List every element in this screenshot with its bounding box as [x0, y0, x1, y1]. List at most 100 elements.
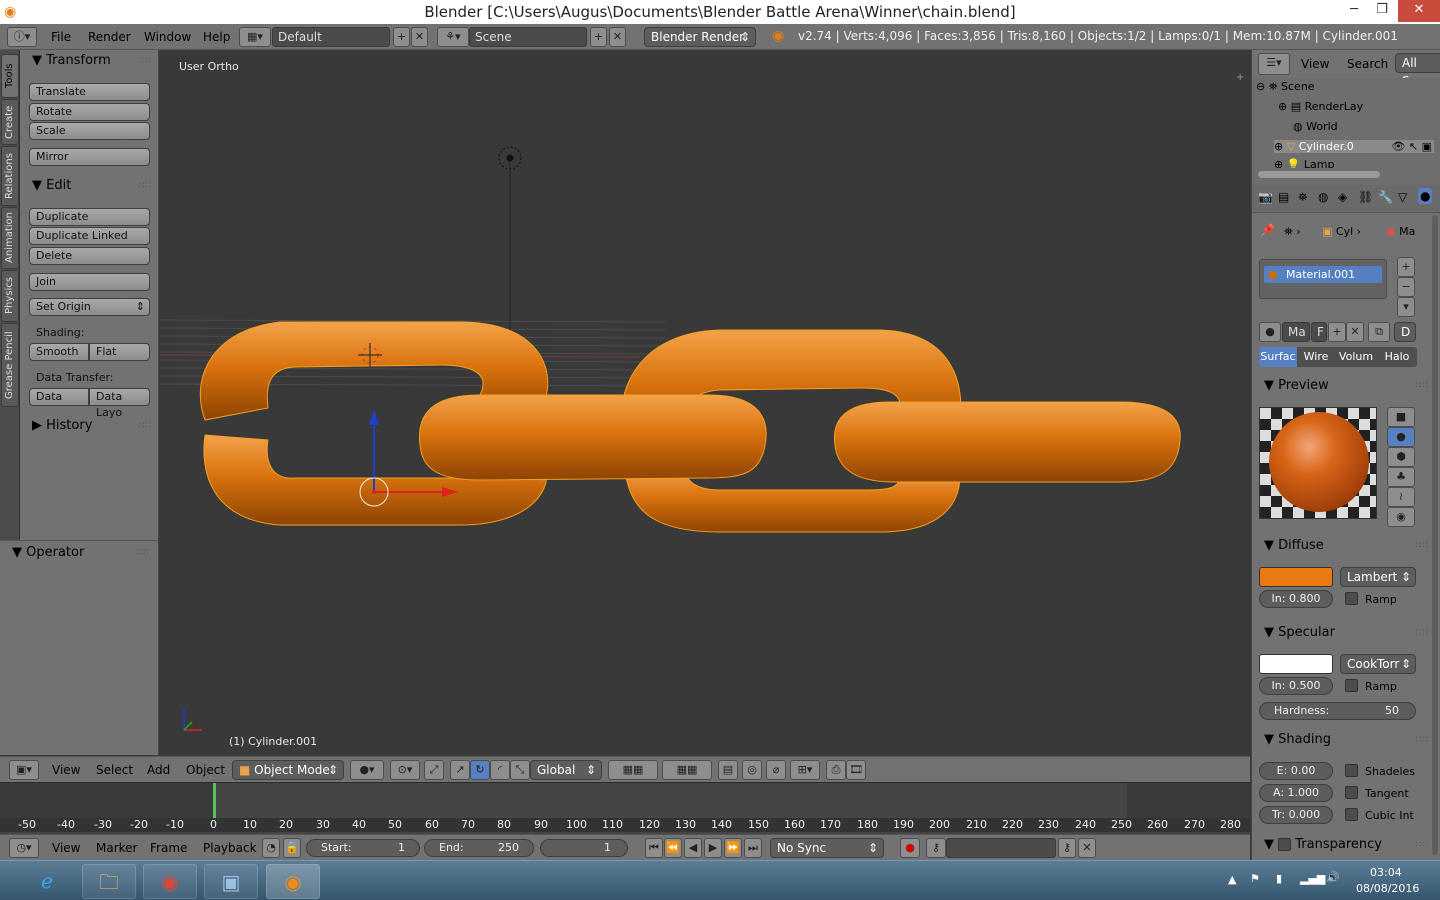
scale-button[interactable]: Scale [29, 122, 150, 140]
layers-grid-2[interactable]: ▦▦ [662, 760, 712, 780]
tab-grease-pencil[interactable]: Grease Pencil [1, 323, 19, 407]
render-tab-icon[interactable]: 📷 [1258, 190, 1273, 204]
fake-user-field[interactable]: F [1311, 322, 1327, 342]
jump-keyframe-back-icon[interactable]: ⏪ [664, 838, 682, 858]
material-slot-selected[interactable]: ● Material.001 [1264, 266, 1382, 283]
data-tab-icon[interactable]: ▽ [1398, 190, 1407, 204]
current-frame-field[interactable]: 1 [540, 839, 628, 857]
layers-tab-icon[interactable]: ▤ [1278, 190, 1289, 204]
render-anim-icon[interactable]: 🎞 [846, 760, 866, 780]
editor-type-outliner-icon[interactable]: ☰▾ [1258, 53, 1290, 75]
material-add-icon[interactable]: + [1328, 322, 1346, 342]
snap-toggle-icon[interactable]: ⌀ [766, 760, 786, 780]
tab-tools[interactable]: Tools [1, 54, 19, 98]
transform-tool-icon[interactable]: ⤡ [510, 760, 530, 780]
translate-button[interactable]: Translate [29, 83, 150, 101]
specular-panel-header[interactable]: ▼ Specular ∷∷ [1264, 624, 1429, 642]
scene-remove-icon[interactable]: ✕ [609, 27, 626, 47]
transparency-panel-header[interactable]: ▼ Transparency ∷∷ [1264, 836, 1429, 854]
history-panel-header[interactable]: ▶ History ∷∷ [32, 417, 152, 435]
minimize-button[interactable]: ─ [1340, 0, 1368, 22]
tangent-checkbox[interactable] [1345, 786, 1358, 799]
preview-range-icon[interactable]: ◔ [262, 838, 280, 858]
constraints-tab-icon[interactable]: ⛓ [1358, 190, 1373, 204]
play-icon[interactable]: ▶ [704, 838, 722, 858]
tab-surface[interactable]: Surfac [1259, 347, 1297, 367]
preview-hair-icon[interactable]: ≀ [1387, 487, 1415, 507]
record-icon[interactable]: ● [900, 838, 920, 858]
data-button[interactable]: Data [29, 388, 89, 406]
maximize-button[interactable]: ❐ [1368, 0, 1396, 22]
action-center-icon[interactable]: ⚑ [1250, 872, 1260, 885]
volume-icon[interactable]: 🔊 [1326, 871, 1340, 884]
diffuse-ramp-checkbox[interactable] [1345, 592, 1358, 605]
menu-frame[interactable]: Frame [150, 839, 187, 857]
material-tab-icon[interactable]: ● [1418, 188, 1433, 204]
tab-create[interactable]: Create [1, 99, 19, 145]
orientation-dropdown[interactable]: Global ⇕ [530, 760, 602, 780]
lock-range-icon[interactable]: 🔒 [283, 838, 301, 858]
tab-physics[interactable]: Physics [1, 270, 19, 322]
diffuse-color-swatch[interactable] [1259, 567, 1333, 587]
specular-intensity-field[interactable]: In: 0.500 [1259, 677, 1333, 695]
flat-button[interactable]: Flat [89, 343, 150, 361]
keying-set-field[interactable] [946, 838, 1056, 858]
rotate-button[interactable]: Rotate [29, 103, 150, 121]
ambient-field[interactable]: A: 1.000 [1259, 784, 1333, 802]
tab-relations[interactable]: Relations [1, 146, 19, 206]
visibility-icons[interactable]: 👁 ↖ ▣ [1391, 140, 1432, 153]
translate-manipulator-icon[interactable]: ↗ [450, 760, 470, 780]
cubic-interpolation-checkbox[interactable] [1345, 808, 1358, 821]
add-slot-icon[interactable]: + [1397, 257, 1415, 277]
editor-type-timeline-icon[interactable]: ◷▾ [9, 838, 39, 858]
clock-time[interactable]: 03:04 [1370, 866, 1402, 879]
mirror-button[interactable]: Mirror [29, 148, 150, 166]
preview-sphere-sky-icon[interactable]: ◉ [1387, 507, 1415, 527]
jump-start-icon[interactable]: ⏮ [645, 838, 663, 858]
menu-window[interactable]: Window [144, 28, 191, 46]
layout-grid-icon[interactable]: ▦▾ [239, 27, 271, 47]
clock-date[interactable]: 08/08/2016 [1356, 882, 1419, 895]
menu-view[interactable]: View [52, 761, 80, 779]
edit-panel-header[interactable]: ▼ Edit ∷∷ [32, 177, 152, 195]
duplicate-button[interactable]: Duplicate [29, 208, 150, 226]
outliner-menu-search[interactable]: Search [1347, 55, 1388, 73]
properties-scrollbar[interactable] [1432, 215, 1438, 855]
emit-field[interactable]: E: 0.00 [1259, 762, 1333, 780]
set-origin-dropdown[interactable]: Set Origin ⇕ [29, 298, 150, 316]
menu-help[interactable]: Help [203, 28, 230, 46]
pin-icon[interactable]: 📌 [1260, 223, 1275, 237]
editor-type-info-icon[interactable]: ⓘ▾ [7, 27, 37, 47]
diffuse-panel-header[interactable]: ▼ Diffuse ∷∷ [1264, 537, 1429, 555]
render-engine-dropdown[interactable]: Blender Render ⇕ [644, 27, 756, 47]
scene-selector[interactable]: Scene [469, 27, 587, 47]
data-link-dropdown[interactable]: D [1394, 322, 1416, 342]
scene-tab-icon[interactable]: ⛯ [1298, 190, 1308, 205]
3d-viewport[interactable]: User Ortho + (1) Cylinder.001 [160, 50, 1250, 755]
rotate-manipulator-icon[interactable]: ↻ [470, 760, 490, 780]
lock-layer-icon[interactable]: ▤ [718, 760, 738, 780]
outliner-item-renderlayer[interactable]: ⊕ ▤ RenderLay [1278, 100, 1363, 113]
preview-panel-header[interactable]: ▼ Preview ∷∷ [1264, 377, 1429, 395]
viewport-shading-icon[interactable]: ●▾ [350, 760, 384, 780]
blender-taskbar-icon[interactable]: ◉ [266, 864, 320, 899]
sync-dropdown[interactable]: No Sync ⇕ [770, 838, 884, 858]
modifiers-tab-icon[interactable]: 🔧 [1378, 190, 1393, 204]
menu-object[interactable]: Object [186, 761, 225, 779]
file-explorer-icon[interactable]: 🗀 [82, 864, 136, 899]
smooth-button[interactable]: Smooth [29, 343, 89, 361]
material-node-icon[interactable]: ⧉ [1368, 322, 1390, 342]
shadeless-checkbox[interactable] [1345, 764, 1358, 777]
photos-icon[interactable]: ▣ [204, 864, 258, 899]
scale-manipulator-icon[interactable]: ◜ [490, 760, 510, 780]
network-icon[interactable]: ▂▄▆ [1300, 872, 1325, 885]
show-hidden-icons[interactable]: ▲ [1228, 873, 1236, 886]
transparency-checkbox[interactable] [1278, 838, 1292, 851]
preview-monkey-icon[interactable]: ♣ [1387, 467, 1415, 487]
layout-add-icon[interactable]: + [393, 27, 410, 47]
material-browse-icon[interactable]: ● [1259, 322, 1281, 342]
outliner-filter-dropdown[interactable]: All Scen [1395, 53, 1440, 88]
pivot-point-icon[interactable]: ⊙▾ [390, 760, 420, 780]
keying-set-icon[interactable]: ⚷ [926, 838, 946, 858]
join-button[interactable]: Join [29, 273, 150, 291]
